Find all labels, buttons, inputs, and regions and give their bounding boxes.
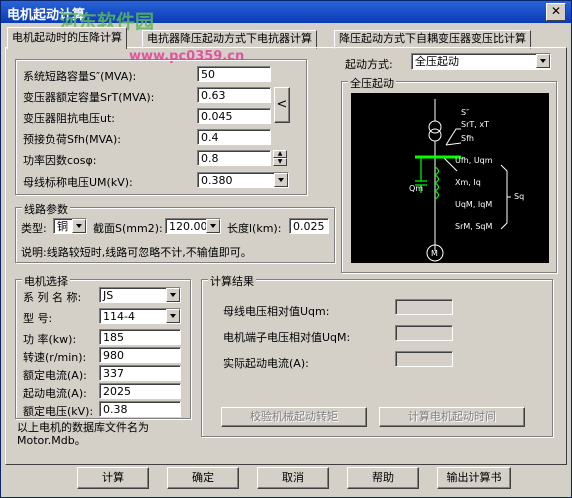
series-label: 系 列 名 称:	[23, 291, 82, 304]
diagram-label-srt: SrT, xT	[461, 120, 489, 129]
diagram-group-title: 全压起动	[348, 75, 396, 91]
diagram-label-sq: Sq	[514, 192, 524, 201]
model-value: 114-4	[103, 310, 135, 323]
diagram-label-srm: SrM, SqM	[455, 222, 493, 231]
bus-voltage-select[interactable]: 0.380	[197, 172, 289, 188]
terminal-drop-label: 电机端子电压相对值UqM:	[223, 331, 351, 344]
power-factor-input[interactable]: 0.8	[197, 150, 271, 166]
bus-drop-label: 母线电压相对值Uqm:	[223, 305, 330, 318]
chevron-down-icon[interactable]	[166, 288, 180, 302]
results-group-title: 计算结果	[208, 273, 256, 289]
section-value: 120.00	[169, 220, 208, 233]
start-current-input[interactable]: 2025	[99, 383, 181, 399]
circuit-diagram-svg: S″ SrT, xT Sfh Ufh, Uqm Xm, Iq UqM, IqM …	[409, 99, 524, 262]
diagram-label-sfh: Sfh	[461, 134, 474, 143]
circuit-diagram: S″ SrT, xT Sfh Ufh, Uqm Xm, Iq UqM, IqM …	[351, 93, 549, 263]
short-circuit-label: 系统短路容量S″(MVA):	[23, 70, 137, 83]
bus-voltage-label: 母线标称电压UM(kV):	[23, 176, 133, 189]
transformer-capacity-input[interactable]: 0.63	[197, 87, 271, 103]
length-label: 长度l(km):	[227, 222, 282, 235]
actual-start-current-output	[395, 351, 453, 367]
series-select[interactable]: JS	[99, 287, 181, 303]
chevron-down-icon[interactable]	[274, 173, 288, 187]
chevron-down-icon[interactable]	[536, 54, 550, 68]
series-value: JS	[103, 289, 114, 302]
line-type-label: 类型:	[21, 222, 47, 235]
transformer-impedance-input[interactable]: 0.045	[197, 108, 271, 124]
actual-start-current-label: 实际起动电流(A):	[223, 357, 309, 370]
power-input[interactable]: 185	[99, 329, 181, 345]
preload-label: 预接负荷Sfh(MVA):	[23, 133, 121, 146]
section-select[interactable]: 120.00	[165, 218, 221, 234]
line-type-select[interactable]: 铜	[53, 218, 87, 234]
length-input[interactable]: 0.025	[289, 218, 329, 234]
calc-start-time-button[interactable]: 计算电机起动时间	[379, 407, 525, 427]
rated-voltage-label: 额定电压(kV):	[23, 405, 94, 418]
motor-icon-label: M	[431, 249, 438, 258]
section-label: 截面S(mm2):	[93, 222, 163, 235]
cancel-button[interactable]: 取消	[257, 467, 329, 489]
diagram-label-qm: Qm	[409, 184, 423, 193]
transformer-capacity-label: 变压器额定容量SrT(MVA):	[23, 91, 155, 104]
terminal-drop-output	[395, 325, 453, 341]
diagram-label-ufh: Ufh, Uqm	[455, 156, 493, 165]
line-type-value: 铜	[57, 220, 68, 233]
start-current-label: 起动电流(A):	[23, 387, 87, 400]
rated-current-label: 额定电流(A):	[23, 369, 87, 382]
diagram-label-uqm: UqM, IqM	[455, 200, 492, 209]
chevron-down-icon[interactable]	[166, 309, 180, 323]
check-torque-button[interactable]: 校验机械起动转矩	[221, 407, 367, 427]
speed-input[interactable]: 980	[99, 347, 181, 363]
power-factor-up[interactable]: ▲	[273, 150, 287, 158]
model-select[interactable]: 114-4	[99, 308, 181, 324]
help-button[interactable]: 帮助	[347, 467, 419, 489]
close-button[interactable]: ✕	[546, 3, 566, 21]
power-label: 功 率(kw):	[23, 333, 77, 346]
db-note: 以上电机的数据库文件名为Motor.Mdb。	[17, 421, 149, 447]
diagram-label-s: S″	[461, 108, 469, 117]
start-mode-value: 全压起动	[415, 55, 459, 68]
speed-label: 转速(r/min):	[23, 351, 87, 364]
start-mode-label: 起动方式:	[345, 58, 393, 71]
motor-group-title: 电机选择	[22, 273, 70, 289]
diagram-label-xm: Xm, Iq	[455, 178, 481, 187]
short-circuit-input[interactable]: 50	[197, 66, 271, 82]
tab-motor-start-drop[interactable]: 电机起动时的压降计算	[7, 27, 127, 49]
chevron-down-icon[interactable]	[206, 219, 220, 233]
line-note: 说明:线路较短时,线路可忽略不计,不输值即可。	[21, 246, 252, 259]
line-group-title: 线路参数	[22, 201, 70, 217]
power-factor-down[interactable]: ▼	[273, 158, 287, 166]
export-report-button[interactable]: 输出计算书	[437, 467, 511, 489]
bus-drop-output	[395, 299, 453, 315]
calculate-button[interactable]: 计算	[77, 467, 149, 489]
transformer-impedance-label: 变压器阻抗电压ut:	[23, 112, 115, 125]
ok-button[interactable]: 确定	[167, 467, 239, 489]
rated-voltage-input[interactable]: 0.38	[99, 401, 181, 417]
chevron-down-icon[interactable]	[72, 219, 86, 233]
window: 电机起动计算 ✕ 河东软件园 电机起动时的压降计算 电抗器降压起动方式下电抗器计…	[0, 0, 572, 498]
preload-input[interactable]: 0.4	[197, 129, 271, 145]
start-mode-select[interactable]: 全压起动	[411, 53, 551, 70]
model-label: 型 号:	[23, 312, 53, 325]
side-arrow-button[interactable]: <	[274, 87, 290, 123]
power-factor-label: 功率因数cosφ:	[23, 154, 97, 167]
rated-current-input[interactable]: 337	[99, 365, 181, 381]
bus-voltage-value: 0.380	[201, 174, 233, 187]
